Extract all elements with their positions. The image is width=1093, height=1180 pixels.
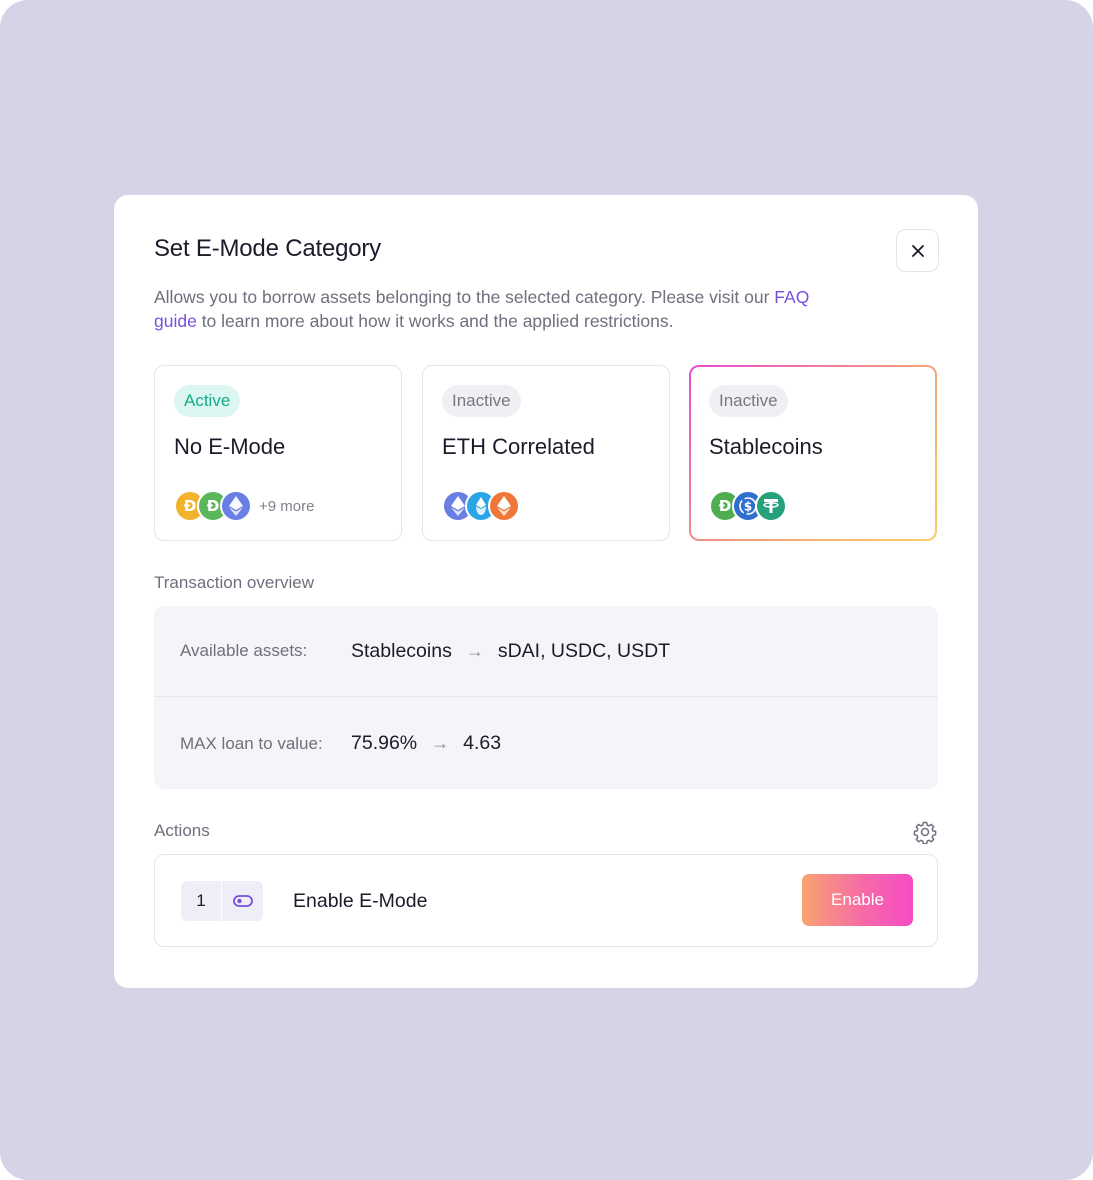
max-ltv-label: MAX loan to value: bbox=[180, 733, 323, 753]
max-ltv-value: 75.96% → 4.63 bbox=[351, 732, 501, 755]
actions-label: Actions bbox=[154, 821, 210, 840]
asset-icons: Đ $ bbox=[709, 490, 787, 522]
transaction-overview-label: Transaction overview bbox=[154, 573, 314, 592]
description-text: Allows you to borrow assets belonging to… bbox=[154, 287, 775, 307]
transaction-overview: Available assets: Stablecoins → sDAI, US… bbox=[154, 606, 938, 789]
asset-icons: Đ Đ +9 more bbox=[174, 490, 314, 522]
asset-icons bbox=[442, 490, 520, 522]
status-badge: Inactive bbox=[709, 385, 788, 417]
available-assets-from: Stablecoins bbox=[351, 639, 452, 662]
status-badge: Active bbox=[174, 385, 241, 417]
usdt-icon bbox=[755, 490, 787, 522]
modal-description: Allows you to borrow assets belonging to… bbox=[154, 285, 854, 333]
available-assets-label: Available assets: bbox=[180, 641, 308, 660]
category-card-no-emode[interactable]: Active No E-Mode Đ Đ +9 more bbox=[154, 365, 402, 541]
arrow-right-icon: → bbox=[431, 733, 450, 753]
available-assets-value: Stablecoins → sDAI, USDC, USDT bbox=[351, 640, 670, 663]
emode-modal: Set E-Mode Category Allows you to borrow… bbox=[114, 195, 978, 988]
category-name: Stablecoins bbox=[709, 434, 823, 459]
modal-title: Set E-Mode Category bbox=[154, 235, 381, 262]
actions-box: 1 Enable E-Mode Enable bbox=[154, 854, 938, 947]
close-icon bbox=[911, 244, 924, 257]
svg-text:$: $ bbox=[744, 500, 752, 514]
gear-icon[interactable] bbox=[913, 820, 937, 844]
reth-icon bbox=[488, 490, 520, 522]
category-card-eth-correlated[interactable]: Inactive ETH Correlated bbox=[422, 365, 670, 541]
page-backdrop: Set E-Mode Category Allows you to borrow… bbox=[0, 0, 1093, 1180]
category-name: ETH Correlated bbox=[442, 434, 595, 459]
toggle-icon bbox=[221, 881, 263, 921]
step-indicator: 1 bbox=[181, 881, 263, 921]
available-assets-row: Available assets: Stablecoins → sDAI, US… bbox=[154, 606, 938, 697]
max-ltv-row: MAX loan to value: 75.96% → 4.63 bbox=[154, 698, 938, 789]
more-assets-count: +9 more bbox=[259, 497, 315, 515]
close-button[interactable] bbox=[896, 229, 939, 272]
step-number: 1 bbox=[196, 891, 206, 910]
available-assets-to: sDAI, USDC, USDT bbox=[497, 639, 671, 662]
max-ltv-to: 4.63 bbox=[463, 732, 502, 754]
eth-icon bbox=[220, 490, 252, 522]
step-label: Enable E-Mode bbox=[293, 890, 428, 912]
max-ltv-from: 75.96% bbox=[351, 732, 418, 754]
status-badge: Inactive bbox=[442, 385, 521, 417]
category-name: No E-Mode bbox=[174, 434, 286, 459]
description-text-end: to learn more about how it works and the… bbox=[196, 311, 674, 331]
arrow-right-icon: → bbox=[465, 640, 484, 661]
category-card-stablecoins[interactable]: Inactive Stablecoins Đ $ bbox=[689, 365, 937, 541]
enable-button[interactable]: Enable bbox=[802, 874, 913, 926]
